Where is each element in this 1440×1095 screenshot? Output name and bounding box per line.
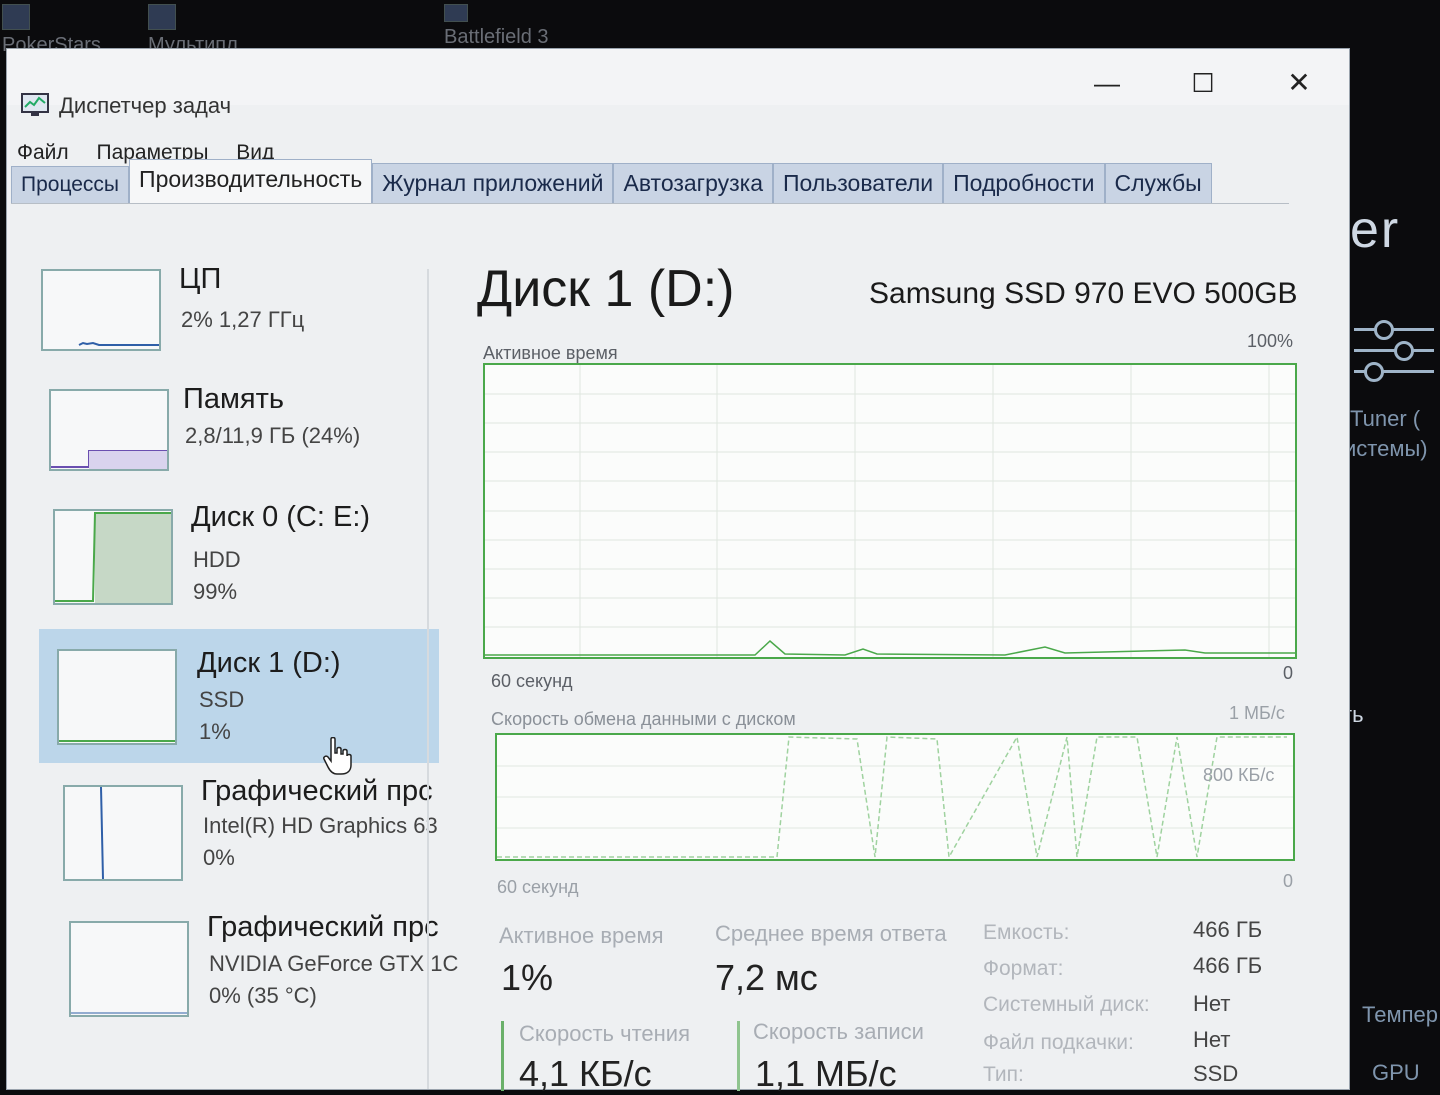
memory-thumbnail-graph [49, 389, 169, 471]
page-file-value: Нет [1193, 1027, 1231, 1052]
gpu1-name: Графический прс [207, 911, 439, 943]
pane-divider[interactable] [427, 269, 429, 1089]
gpu0-name: Графический прс [201, 775, 433, 807]
sidebar-item-gpu1[interactable]: Графический прс NVIDIA GeForce GTX 1C 0%… [49, 911, 458, 1041]
active-time-stat-label: Активное время [499, 923, 664, 948]
disk1-usage: 1% [199, 719, 231, 744]
write-speed-indicator [737, 1021, 740, 1091]
active-time-graph [483, 363, 1297, 659]
gpu1-model: NVIDIA GeForce GTX 1C [209, 951, 459, 976]
cpu-usage: 2% 1,27 ГГц [181, 307, 305, 332]
read-speed-label: Скорость чтения [519, 1021, 690, 1046]
active-time-graph-max: 100% [1247, 331, 1294, 351]
read-speed-indicator [501, 1021, 504, 1091]
format-value: 466 ГБ [1193, 953, 1263, 978]
gpu1-usage: 0% (35 °C) [209, 983, 317, 1008]
active-time-graph-duration: 60 секунд [491, 671, 573, 691]
disk0-name: Диск 0 (C: E:) [191, 501, 371, 533]
tab-processes[interactable]: Процессы [11, 166, 130, 203]
tab-app-history[interactable]: Журнал приложений [372, 163, 614, 203]
tab-services[interactable]: Службы [1104, 163, 1212, 203]
capacity-label: Емкость: [983, 921, 1070, 944]
task-manager-icon [21, 93, 49, 116]
memory-name: Память [183, 383, 285, 415]
sidebar-item-disk1[interactable]: Диск 1 (D:) SSD 1% [39, 629, 439, 763]
background-app-panel: er Tuner ( истемы) ть Темпер GPU [1342, 180, 1440, 1085]
read-speed-value: 4,1 КБ/с [519, 1053, 652, 1094]
tab-startup[interactable]: Автозагрузка [613, 163, 774, 203]
active-time-graph-min: 0 [1283, 663, 1294, 683]
background-text: Темпер [1362, 1002, 1438, 1027]
transfer-rate-graph-min: 0 [1283, 871, 1294, 891]
system-disk-value: Нет [1193, 991, 1231, 1016]
background-logo: er [1350, 201, 1401, 259]
transfer-rate-graph-mid: 800 КБ/с [1203, 765, 1275, 785]
transfer-rate-graph-label: Скорость обмена данными с диском [491, 709, 796, 729]
resource-list: ЦП 2% 1,27 ГГц Память 2,8/11,9 ГБ (24%) … [11, 249, 458, 1089]
disk1-type: SSD [199, 687, 245, 712]
cpu-thumbnail-graph [41, 269, 161, 351]
response-time-stat-label: Среднее время ответа [715, 921, 947, 946]
disk0-thumbnail-graph [53, 509, 173, 605]
disk1-name: Диск 1 (D:) [197, 647, 341, 679]
response-time-stat-value: 7,2 мс [715, 957, 818, 998]
sliders-icon [1354, 310, 1434, 391]
sidebar-item-cpu[interactable]: ЦП 2% 1,27 ГГц [31, 259, 431, 387]
transfer-rate-graph-max: 1 МБ/с [1229, 703, 1285, 723]
hand-cursor-icon [323, 737, 352, 775]
write-speed-label: Скорость записи [753, 1019, 924, 1044]
maximize-button[interactable]: ☐ [1173, 63, 1233, 103]
gpu0-model: Intel(R) HD Graphics 63 [203, 813, 438, 838]
background-text: GPU [1372, 1060, 1420, 1085]
tab-users[interactable]: Пользователи [773, 163, 944, 203]
app-icon [444, 4, 468, 22]
transfer-rate-graph-duration: 60 секунд [497, 877, 579, 897]
background-text: истемы) [1344, 436, 1428, 461]
disk0-usage: 99% [193, 579, 238, 604]
desktop-icon-battlefield[interactable]: Battlefield 3 [444, 4, 549, 49]
tab-performance[interactable]: Производительность [129, 159, 373, 203]
system-disk-label: Системный диск: [983, 993, 1150, 1016]
active-time-graph-label: Активное время [483, 343, 618, 363]
app-icon [2, 4, 30, 30]
active-time-stat-value: 1% [501, 957, 554, 998]
disk-title: Диск 1 (D:) [477, 260, 735, 318]
sidebar-item-gpu0[interactable]: Графический прс Intel(R) HD Graphics 63 … [45, 775, 445, 905]
close-button[interactable]: ✕ [1269, 63, 1329, 103]
type-value: SSD [1193, 1061, 1239, 1086]
tab-divider [11, 203, 1289, 204]
gpu1-thumbnail-graph [69, 921, 189, 1017]
page-file-label: Файл подкачки: [983, 1031, 1134, 1054]
write-speed-value: 1,1 МБ/с [755, 1053, 897, 1094]
disk-model: Samsung SSD 970 EVO 500GB [869, 277, 1298, 310]
cpu-name: ЦП [179, 263, 222, 295]
disk0-type: HDD [193, 547, 241, 572]
title-bar[interactable]: Диспетчер задач — ☐ ✕ [7, 49, 1349, 118]
app-icon [148, 4, 176, 30]
memory-usage: 2,8/11,9 ГБ (24%) [185, 423, 361, 448]
transfer-rate-graph [495, 733, 1295, 861]
gpu0-usage: 0% [203, 845, 235, 870]
gpu0-thumbnail-graph [63, 785, 183, 881]
type-label: Тип: [983, 1063, 1024, 1086]
tab-details[interactable]: Подробности [943, 163, 1105, 203]
format-label: Формат: [983, 957, 1064, 980]
tab-bar: Процессы Производительность Журнал прило… [11, 159, 1212, 203]
background-text: Tuner ( [1350, 406, 1421, 431]
window-title: Диспетчер задач [59, 93, 232, 118]
capacity-value: 466 ГБ [1193, 917, 1263, 942]
desktop-icon-label: Battlefield 3 [444, 26, 549, 48]
disk1-thumbnail-graph [57, 649, 177, 745]
sidebar-item-disk0[interactable]: Диск 0 (C: E:) HDD 99% [39, 499, 439, 629]
minimize-button[interactable]: — [1077, 63, 1137, 103]
sidebar-item-memory[interactable]: Память 2,8/11,9 ГБ (24%) [35, 379, 435, 507]
task-manager-window: Диспетчер задач — ☐ ✕ Файл Параметры Вид… [6, 48, 1350, 1094]
